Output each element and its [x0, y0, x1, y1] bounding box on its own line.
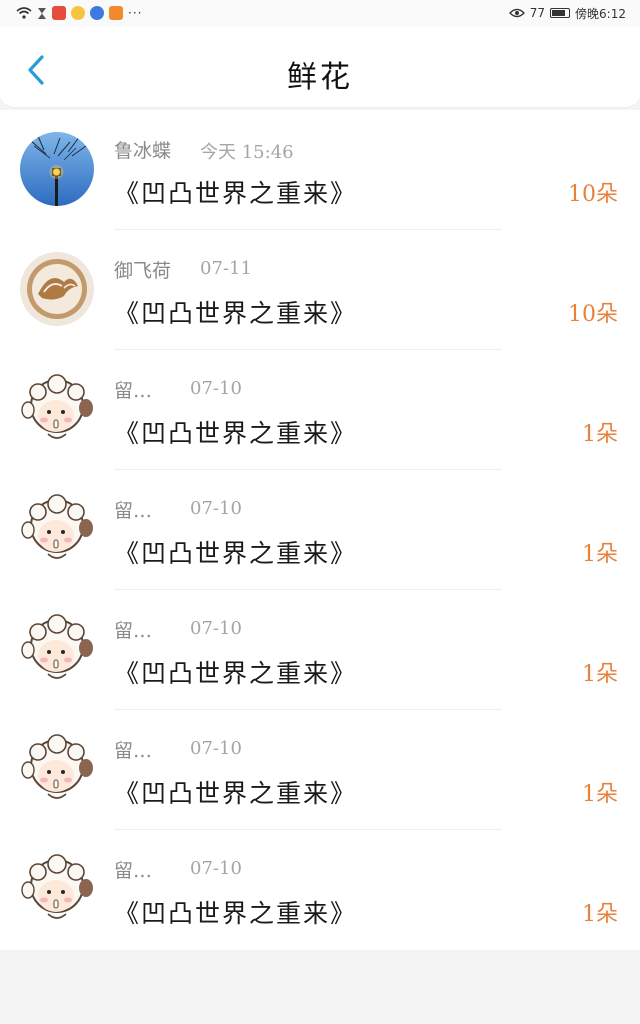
- wifi-icon: [16, 7, 32, 19]
- sheep-avatar[interactable]: [20, 612, 94, 686]
- flower-count: 1朵: [582, 782, 618, 807]
- page-header: 鲜花: [0, 26, 640, 108]
- music-icon: [90, 6, 104, 20]
- status-icons-left: ···: [16, 6, 142, 20]
- list-item[interactable]: 留… 07-10 《凹凸世界之重来》 1朵: [0, 470, 640, 590]
- sent-date: 07-10: [190, 618, 242, 639]
- sent-date: 07-10: [190, 378, 242, 399]
- status-icons-right: 77 傍晚6:12: [508, 5, 626, 22]
- work-title: 《凹凸世界之重来》: [114, 659, 358, 688]
- sender-name: 留…: [114, 860, 153, 882]
- red-app-icon: [52, 6, 66, 20]
- work-title: 《凹凸世界之重来》: [114, 779, 358, 808]
- status-bar: ··· 77 傍晚6:12: [0, 0, 640, 26]
- flower-count: 1朵: [582, 422, 618, 447]
- sender-name: 留…: [114, 620, 153, 642]
- clock: 傍晚6:12: [575, 6, 626, 21]
- battery-icon: [550, 8, 571, 18]
- latte-art-avatar[interactable]: [20, 252, 94, 326]
- more-notifications: ···: [128, 6, 143, 20]
- sent-date: 07-10: [190, 738, 242, 759]
- street-lamp-avatar[interactable]: [20, 132, 94, 206]
- sender-name: 留…: [114, 500, 153, 522]
- weibo-icon: [71, 6, 85, 20]
- flower-count: 1朵: [582, 902, 618, 927]
- flower-count: 1朵: [582, 542, 618, 567]
- sent-date: 07-10: [190, 858, 242, 879]
- list-item[interactable]: 留… 07-10 《凹凸世界之重来》 1朵: [0, 350, 640, 470]
- work-title: 《凹凸世界之重来》: [114, 539, 358, 568]
- list-item[interactable]: 留… 07-10 《凹凸世界之重来》 1朵: [0, 830, 640, 950]
- flower-count: 1朵: [582, 662, 618, 687]
- sheep-avatar[interactable]: [20, 372, 94, 446]
- list-item[interactable]: 御飞荷 07-11 《凹凸世界之重来》 10朵: [0, 230, 640, 350]
- video-icon: [109, 6, 123, 20]
- sent-date: 今天 15:46: [200, 142, 294, 163]
- sender-name: 鲁冰蝶: [114, 140, 172, 162]
- sheep-avatar[interactable]: [20, 852, 94, 926]
- list-item[interactable]: 留… 07-10 《凹凸世界之重来》 1朵: [0, 710, 640, 830]
- hourglass-icon: [38, 7, 46, 19]
- flower-count: 10朵: [568, 182, 618, 207]
- work-title: 《凹凸世界之重来》: [114, 179, 358, 208]
- work-title: 《凹凸世界之重来》: [114, 299, 358, 328]
- eye-icon: [508, 8, 525, 18]
- list-item[interactable]: 留… 07-10 《凹凸世界之重来》 1朵: [0, 590, 640, 710]
- flower-count: 10朵: [568, 302, 618, 327]
- work-title: 《凹凸世界之重来》: [114, 899, 358, 928]
- sender-name: 留…: [114, 380, 153, 402]
- page-title: 鲜花: [287, 60, 353, 95]
- sender-name: 留…: [114, 740, 153, 762]
- battery-percent: 77: [529, 6, 546, 20]
- flower-list: 鲁冰蝶 今天 15:46 《凹凸世界之重来》 10朵 御飞荷 07-11 《凹凸…: [0, 110, 640, 950]
- sender-name: 御飞荷: [114, 260, 172, 282]
- sent-date: 07-10: [190, 498, 242, 519]
- work-title: 《凹凸世界之重来》: [114, 419, 358, 448]
- sheep-avatar[interactable]: [20, 732, 94, 806]
- sent-date: 07-11: [200, 258, 252, 279]
- sheep-avatar[interactable]: [20, 492, 94, 566]
- list-item[interactable]: 鲁冰蝶 今天 15:46 《凹凸世界之重来》 10朵: [0, 110, 640, 230]
